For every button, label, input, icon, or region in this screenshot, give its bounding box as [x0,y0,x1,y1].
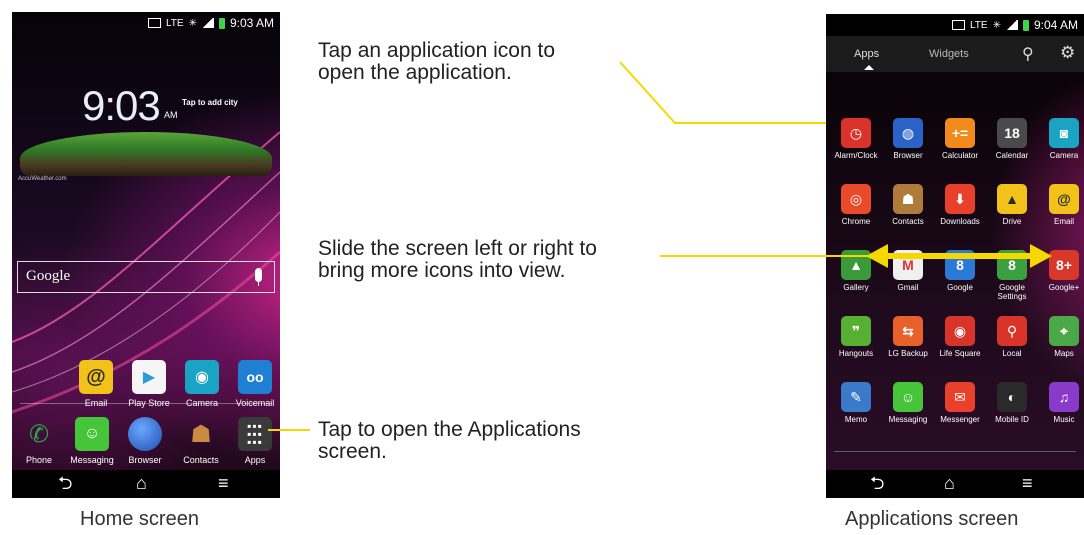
callout-line-1: Slide the screen left or right to [318,237,597,260]
callout-line-1: Tap to open the Applications [318,418,581,441]
slide-arrow-left-head [866,244,888,268]
callout-line-tap-icon [619,61,826,124]
callout-slide: Slide the screen left or right to bring … [318,238,597,282]
callout-line-2: bring more icons into view. [318,259,566,282]
callout-line-1: Tap an application icon to [318,39,555,62]
callout-tap-icon: Tap an application icon to open the appl… [318,40,555,84]
callout-line-2: screen. [318,440,387,463]
home-screen-caption: Home screen [80,508,199,530]
callout-tap-apps: Tap to open the Applications screen. [318,419,581,463]
callout-line-2: open the application. [318,61,512,84]
slide-arrow-right-head [1030,244,1052,268]
applications-screen-caption: Applications screen [845,508,1019,530]
